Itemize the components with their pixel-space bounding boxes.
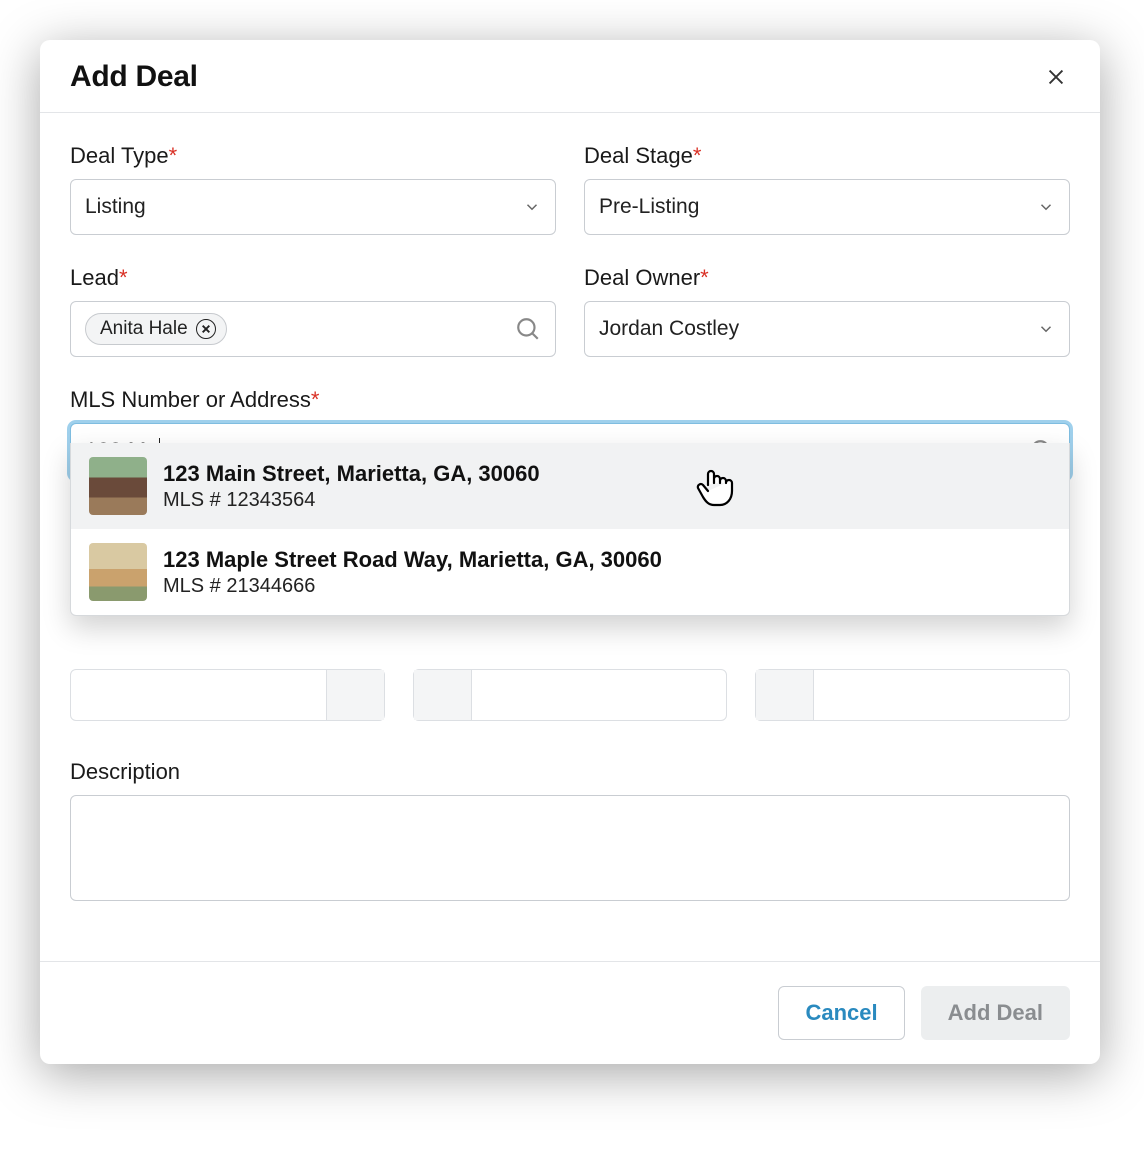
lead-chip-remove[interactable] [196, 319, 216, 339]
chevron-down-icon [1037, 198, 1055, 216]
lead-label: Lead* [70, 265, 556, 291]
close-icon [201, 324, 211, 334]
modal-body: Deal Type* Listing Deal Stage* Pre-Listi… [40, 113, 1100, 961]
description-field: Description [70, 759, 1070, 901]
chevron-down-icon [1037, 320, 1055, 338]
mls-suggestions-dropdown: 123 Main Street, Marietta, GA, 30060 MLS… [70, 443, 1070, 616]
hidden-field[interactable] [755, 669, 1070, 721]
description-textarea[interactable] [70, 795, 1070, 901]
lead-chip: Anita Hale [85, 313, 227, 345]
deal-type-label: Deal Type* [70, 143, 556, 169]
suggestion-address: 123 Maple Street Road Way, Marietta, GA,… [163, 547, 662, 573]
deal-stage-value: Pre-Listing [599, 195, 1037, 219]
mls-suggestion-item[interactable]: 123 Maple Street Road Way, Marietta, GA,… [71, 529, 1069, 615]
property-thumbnail [89, 457, 147, 515]
add-deal-button[interactable]: Add Deal [921, 986, 1070, 1040]
lead-field: Lead* Anita Hale [70, 265, 556, 357]
hidden-fields-row [70, 669, 1070, 721]
search-icon [515, 316, 541, 342]
add-deal-modal: Add Deal Deal Type* Listing Deal Stage* [40, 40, 1100, 1064]
deal-owner-select[interactable]: Jordan Costley [584, 301, 1070, 357]
lead-input[interactable]: Anita Hale [70, 301, 556, 357]
deal-stage-label: Deal Stage* [584, 143, 1070, 169]
description-label: Description [70, 759, 1070, 785]
property-thumbnail [89, 543, 147, 601]
mls-field: MLS Number or Address* 123 Ma 123 Main S… [70, 387, 1070, 721]
modal-footer: Cancel Add Deal [40, 961, 1100, 1064]
suggestion-mls: MLS # 12343564 [163, 489, 540, 512]
deal-owner-label: Deal Owner* [584, 265, 1070, 291]
hidden-field[interactable] [413, 669, 728, 721]
suggestion-mls: MLS # 21344666 [163, 575, 662, 598]
lead-chip-text: Anita Hale [100, 318, 188, 340]
deal-type-value: Listing [85, 195, 523, 219]
close-button[interactable] [1042, 63, 1070, 91]
suggestion-address: 123 Main Street, Marietta, GA, 30060 [163, 461, 540, 487]
modal-title: Add Deal [70, 60, 198, 94]
deal-owner-field: Deal Owner* Jordan Costley [584, 265, 1070, 357]
deal-type-field: Deal Type* Listing [70, 143, 556, 235]
deal-stage-field: Deal Stage* Pre-Listing [584, 143, 1070, 235]
cancel-button[interactable]: Cancel [778, 986, 904, 1040]
mls-suggestion-item[interactable]: 123 Main Street, Marietta, GA, 30060 MLS… [71, 443, 1069, 529]
close-icon [1045, 66, 1067, 88]
deal-owner-value: Jordan Costley [599, 317, 1037, 341]
modal-header: Add Deal [40, 40, 1100, 113]
mls-label: MLS Number or Address* [70, 387, 1070, 413]
chevron-down-icon [523, 198, 541, 216]
deal-type-select[interactable]: Listing [70, 179, 556, 235]
hidden-field[interactable] [70, 669, 385, 721]
deal-stage-select[interactable]: Pre-Listing [584, 179, 1070, 235]
